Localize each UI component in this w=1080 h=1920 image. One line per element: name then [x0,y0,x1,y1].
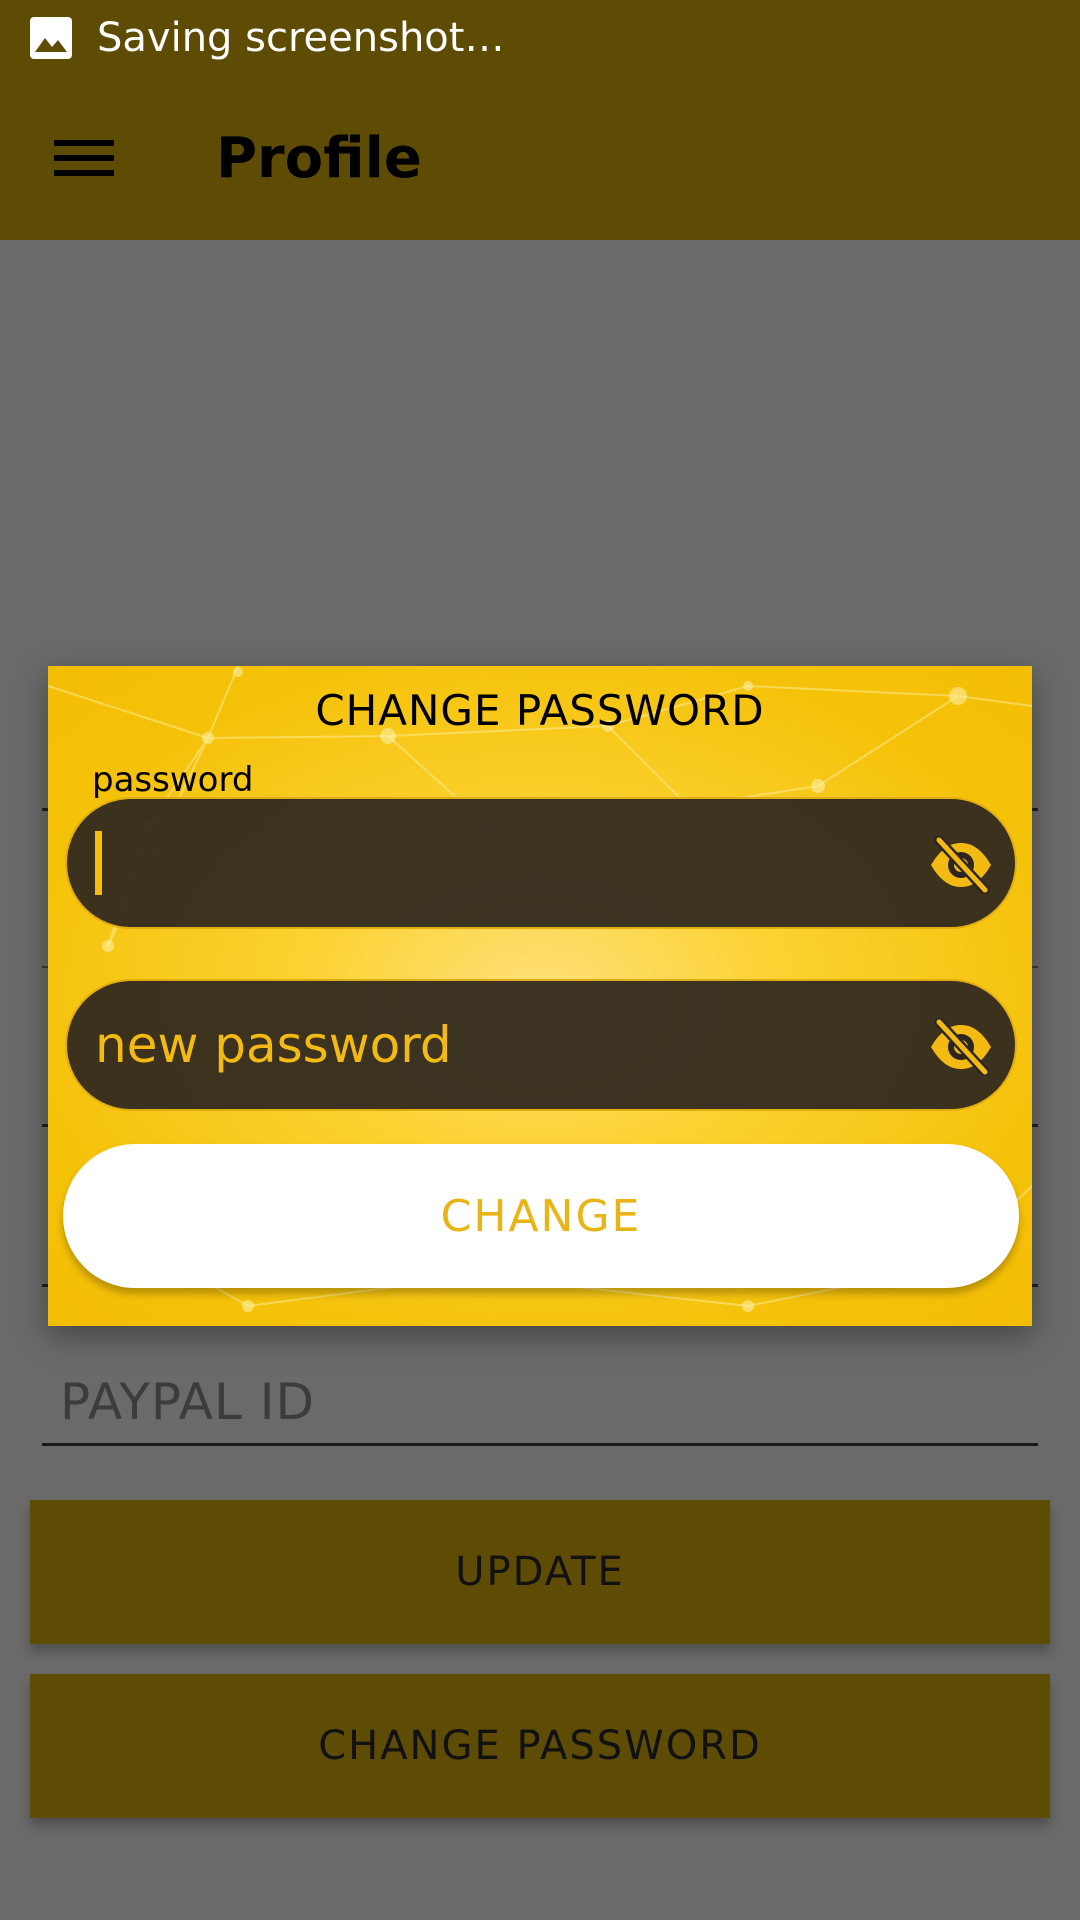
text-caret [95,831,102,895]
eye-off-icon[interactable] [927,1017,995,1077]
new-password-placeholder: new password [95,1016,452,1074]
change-password-dialog: CHANGE PASSWORD password new password CH… [48,666,1032,1326]
status-bar: Saving screenshot… [0,0,1080,76]
password-field-label: password [92,760,254,800]
update-button-label: UPDATE [455,1549,625,1595]
change-button[interactable]: CHANGE [63,1144,1019,1288]
paypal-id-input[interactable]: PAYPAL ID [42,1360,1038,1446]
image-icon [29,16,73,60]
change-password-button-label: CHANGE PASSWORD [318,1723,762,1769]
update-button[interactable]: UPDATE [30,1500,1050,1644]
page-title: Profile [216,125,422,191]
new-password-input[interactable]: new password [65,979,1017,1111]
status-notification-text: Saving screenshot… [97,15,505,61]
change-password-button[interactable]: CHANGE PASSWORD [30,1674,1050,1818]
app-bar: Profile [0,76,1080,240]
paypal-id-placeholder: PAYPAL ID [60,1372,315,1431]
eye-off-icon[interactable] [927,835,995,895]
dialog-title: CHANGE PASSWORD [315,686,765,735]
current-password-input[interactable] [65,797,1017,929]
change-button-label: CHANGE [440,1190,642,1242]
hamburger-menu-icon[interactable] [54,136,114,180]
